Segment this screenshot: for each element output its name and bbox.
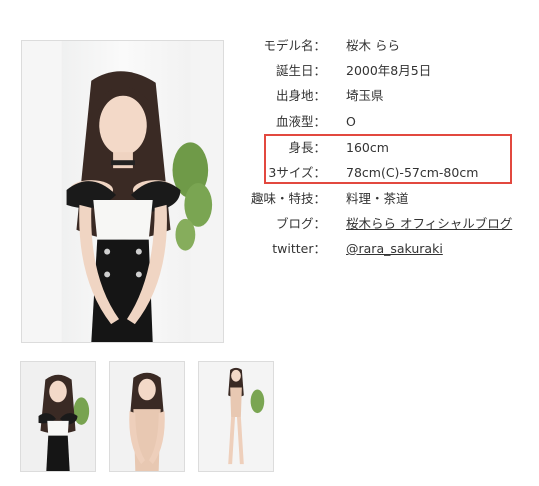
blog-label: ブログ： xyxy=(275,216,326,231)
blog-link[interactable]: 桜木らら オフィシャルブログ xyxy=(346,214,512,234)
main-model-photo xyxy=(21,40,224,343)
thumbnail-3[interactable] xyxy=(198,361,274,472)
profile-row-measurements: 3サイズ： 78cm(C)-57cm-80cm xyxy=(240,163,530,183)
name-label: モデル名： xyxy=(263,38,326,53)
height-label: 身長： xyxy=(288,140,326,155)
twitter-link[interactable]: @rara_sakuraki xyxy=(346,239,443,259)
profile-row-twitter: twitter： @rara_sakuraki xyxy=(240,239,530,259)
hobbies-label: 趣味・特技： xyxy=(250,191,326,206)
twitter-label: twitter： xyxy=(272,241,326,256)
profile-row-birthplace: 出身地： 埼玉県 xyxy=(240,86,530,106)
profile-row-name: モデル名： 桜木 らら xyxy=(240,36,530,56)
profile-row-birthday: 誕生日： 2000年8月5日 xyxy=(240,61,530,81)
profile-row-hobbies: 趣味・特技： 料理・茶道 xyxy=(240,189,530,209)
profile-row-blog: ブログ： 桜木らら オフィシャルブログ xyxy=(240,214,530,234)
height-value: 160cm xyxy=(346,140,389,155)
birthday-value: 2000年8月5日 xyxy=(346,63,432,78)
birthplace-value: 埼玉県 xyxy=(346,88,384,103)
hobbies-value: 料理・茶道 xyxy=(346,191,409,206)
thumbnail-2[interactable] xyxy=(109,361,185,472)
birthplace-label: 出身地： xyxy=(275,88,326,103)
profile-row-height: 身長： 160cm xyxy=(240,138,530,158)
name-value: 桜木 らら xyxy=(346,38,400,53)
thumbnail-1[interactable] xyxy=(20,361,96,472)
profile-row-blood-type: 血液型： O xyxy=(240,112,530,132)
measurements-label: 3サイズ： xyxy=(268,165,326,180)
birthday-label: 誕生日： xyxy=(275,63,326,78)
measurements-value: 78cm(C)-57cm-80cm xyxy=(346,165,479,180)
blood-type-value: O xyxy=(346,114,356,129)
blood-type-label: 血液型： xyxy=(275,114,326,129)
